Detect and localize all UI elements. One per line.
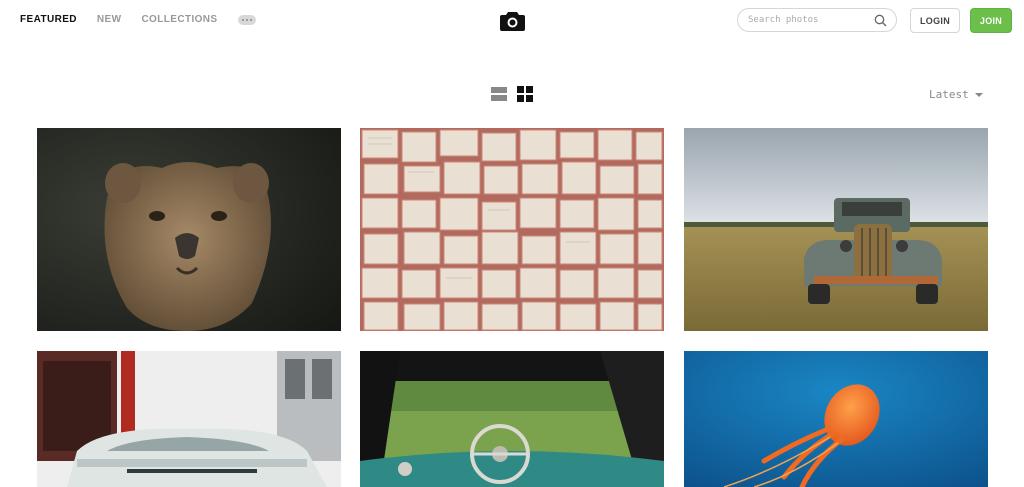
nav-featured[interactable]: FEATURED	[20, 14, 77, 25]
sort-label: Latest	[929, 88, 969, 101]
photo-vintage-car[interactable]	[37, 351, 341, 487]
grid-view-icon[interactable]	[517, 86, 533, 102]
photo-rusty-truck[interactable]	[684, 128, 988, 331]
view-toggle	[491, 86, 543, 102]
search-box	[737, 8, 897, 32]
camera-icon[interactable]	[500, 10, 525, 32]
photo-car-interior[interactable]	[360, 351, 664, 487]
nav-collections[interactable]: COLLECTIONS	[141, 14, 217, 25]
search-input[interactable]	[748, 13, 868, 27]
sort-dropdown[interactable]: Latest	[929, 88, 983, 101]
photo-book-pages[interactable]	[360, 128, 664, 331]
main-nav: FEATURED NEW COLLECTIONS	[20, 14, 256, 25]
join-button[interactable]: JOIN	[970, 8, 1012, 33]
login-button[interactable]: LOGIN	[910, 8, 960, 33]
photo-lioness[interactable]	[37, 128, 341, 331]
search-icon[interactable]	[874, 14, 887, 27]
nav-new[interactable]: NEW	[97, 14, 122, 25]
chevron-down-icon	[974, 92, 983, 97]
list-view-icon[interactable]	[491, 86, 507, 102]
photo-jellyfish[interactable]	[684, 351, 988, 487]
ellipsis-icon[interactable]	[237, 14, 256, 25]
